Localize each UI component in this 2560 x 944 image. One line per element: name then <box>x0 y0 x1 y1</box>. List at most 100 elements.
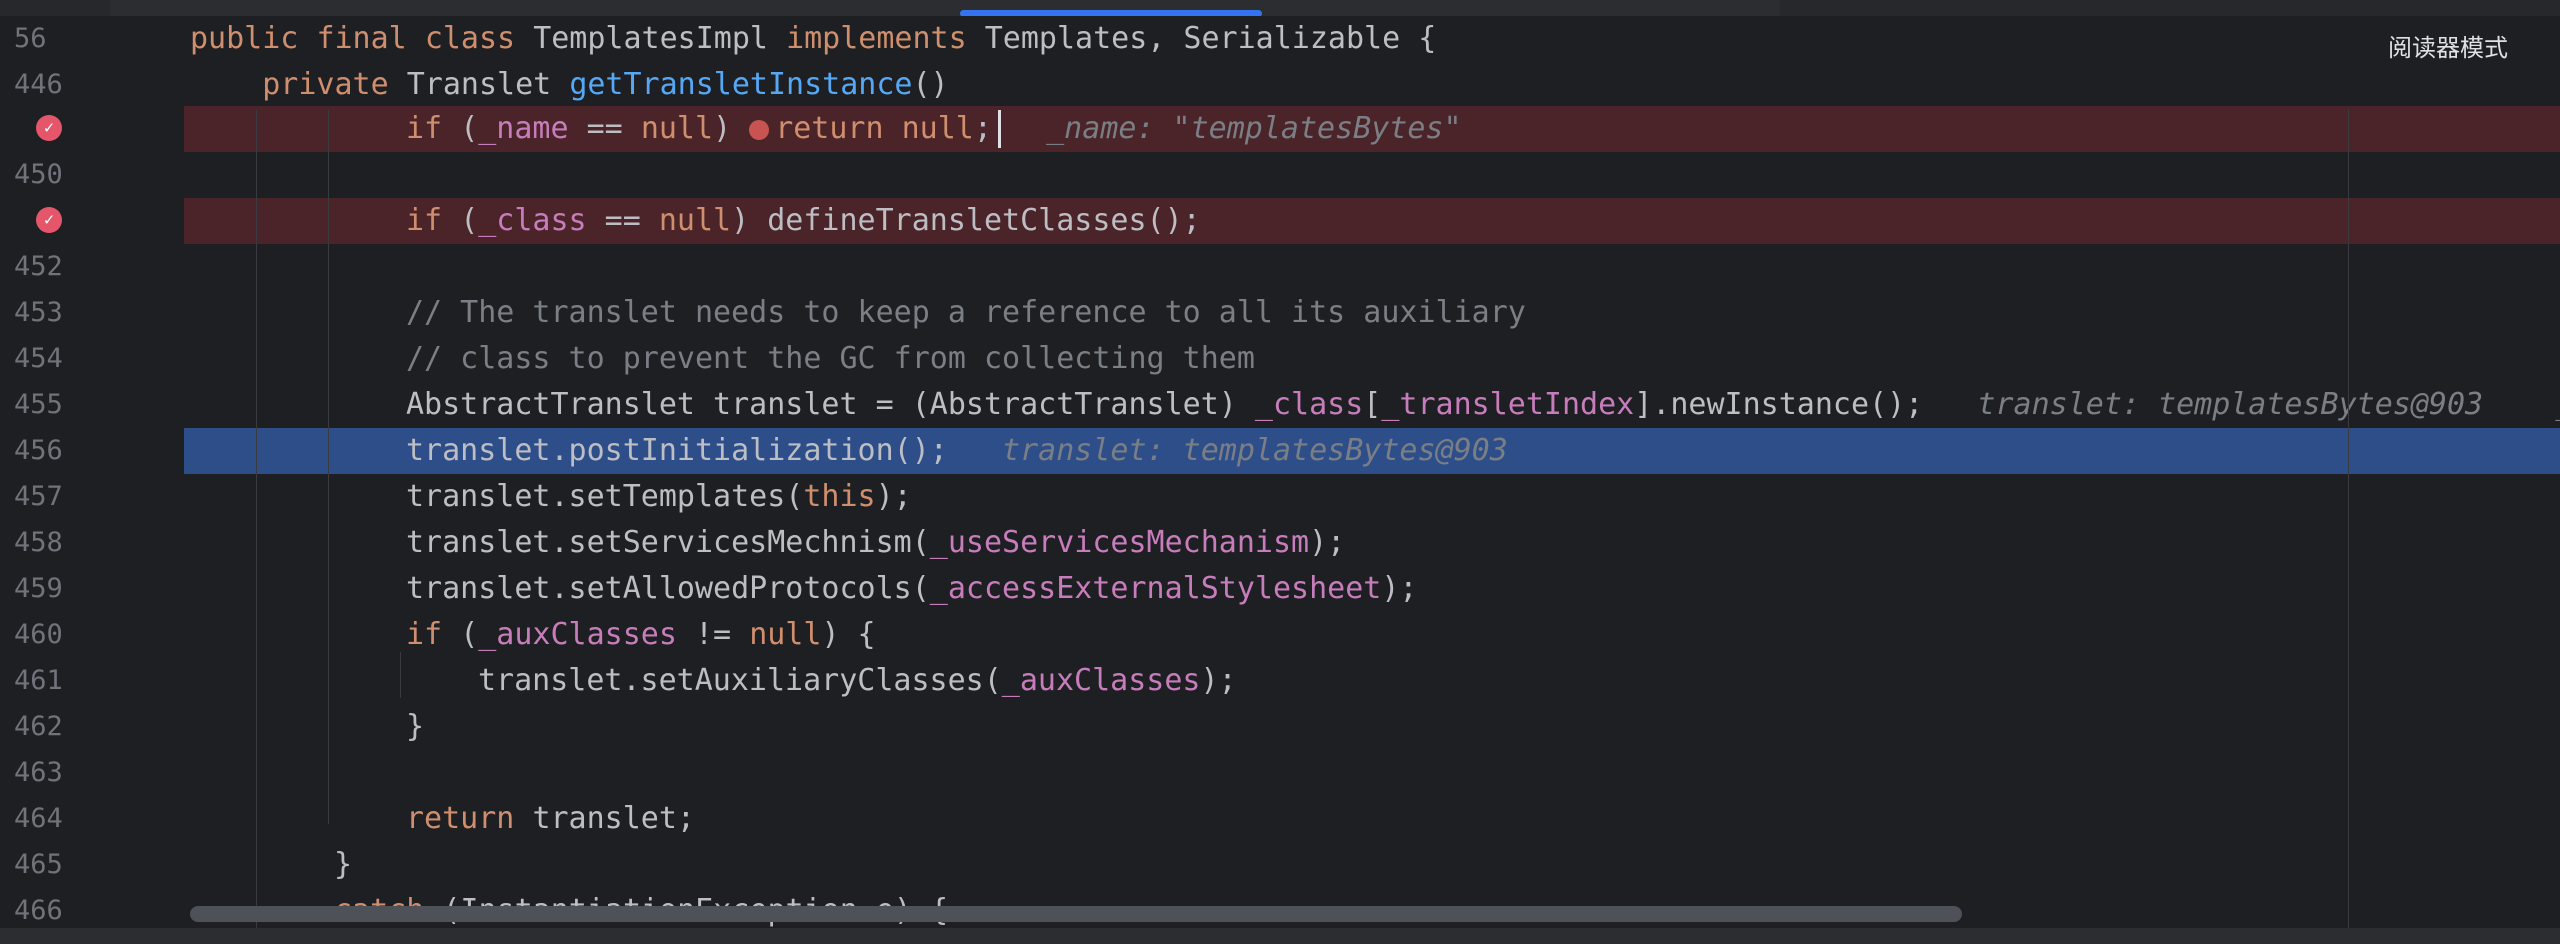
code-token: null <box>658 203 732 238</box>
line-number[interactable]: 461 <box>14 658 70 704</box>
code-text[interactable]: translet.setServicesMechnism(_useService… <box>406 520 1345 566</box>
inline-value-hint: translet: templatesBytes@903 <box>947 433 1508 468</box>
code-token: final <box>316 21 425 56</box>
code-text[interactable]: translet.setTemplates(this); <box>406 474 912 520</box>
code-token: ; <box>973 111 992 146</box>
line-number[interactable]: 462 <box>14 704 70 750</box>
line-number[interactable]: 464 <box>14 796 70 842</box>
inline-value-hint: translet: templatesBytes@903 _c <box>1923 387 2560 422</box>
code-token: return <box>775 111 902 146</box>
line-number[interactable]: 56 <box>14 16 70 62</box>
code-text[interactable]: AbstractTranslet translet = (AbstractTra… <box>406 382 2560 428</box>
code-token: _class <box>1254 387 1364 422</box>
sticky-line[interactable]: 56 public final class TemplatesImpl imple… <box>0 16 2560 62</box>
code-text[interactable]: } <box>406 704 424 750</box>
code-line[interactable]: 453 // The translet needs to keep a refer… <box>0 290 2560 336</box>
code-token: != <box>676 617 750 652</box>
code-token: ) defineTransletClasses(); <box>731 203 1201 238</box>
line-number[interactable]: 446 <box>14 62 70 108</box>
line-number[interactable]: 465 <box>14 842 70 888</box>
code-token: _name <box>478 111 569 146</box>
code-token: TemplatesImpl <box>533 21 787 56</box>
code-text[interactable]: if (_auxClasses != null) { <box>406 612 876 658</box>
code-text[interactable]: translet.setAllowedProtocols(_accessExte… <box>406 566 1417 612</box>
line-number[interactable]: 457 <box>14 474 70 520</box>
indent-guide <box>328 110 329 824</box>
sticky-line[interactable]: 446 private Translet getTransletInstance… <box>0 62 2560 108</box>
code-token: this <box>803 479 876 514</box>
code-token: class <box>424 21 534 56</box>
code-token: == <box>568 111 641 146</box>
code-token: ( <box>460 203 479 238</box>
code-line[interactable]: 463 <box>0 750 2560 796</box>
code-line[interactable]: 458 translet.setServicesMechnism(_useServ… <box>0 520 2560 566</box>
code-line[interactable]: 462} <box>0 704 2560 750</box>
code-line[interactable]: 461 translet.setAuxiliaryClasses(_auxClas… <box>0 658 2560 704</box>
code-token: null <box>749 617 822 652</box>
code-token: _auxClasses <box>1001 663 1201 698</box>
code-token: Templates, Serializable { <box>984 21 1437 56</box>
code-line[interactable]: 454 // class to prevent the GC from colle… <box>0 336 2560 382</box>
code-line[interactable]: 455 AbstractTranslet translet = (Abstract… <box>0 382 2560 428</box>
right-margin-guide <box>2348 108 2349 928</box>
line-number[interactable]: 454 <box>14 336 70 382</box>
code-text[interactable]: translet.postInitialization(); translet:… <box>406 428 1508 474</box>
breakpoint-marker[interactable]: ✓ <box>0 106 62 152</box>
code-line[interactable]: 459 translet.setAllowedProtocols(_accessE… <box>0 566 2560 612</box>
editor-bottom-bar <box>0 928 2560 944</box>
code-text[interactable]: translet.setAuxiliaryClasses(_auxClasses… <box>478 658 1237 704</box>
code-token: _transletIndex <box>1381 387 1635 422</box>
code-token: translet; <box>532 801 695 836</box>
code-token: translet.setAllowedProtocols( <box>406 571 930 606</box>
code-line[interactable]: 450 <box>0 152 2560 198</box>
code-token: translet.postInitialization(); <box>406 433 948 468</box>
code-token: ); <box>1200 663 1237 698</box>
breakpoint-line[interactable]: ✓ if (_name == null) return null; _name: … <box>0 106 2560 152</box>
code-token: ( <box>460 111 479 146</box>
code-token: == <box>586 203 659 238</box>
line-number[interactable]: 452 <box>14 244 70 290</box>
code-text[interactable]: // class to prevent the GC from collecti… <box>406 336 1255 382</box>
code-line[interactable]: 465} <box>0 842 2560 888</box>
current-execution-line[interactable]: 456 translet.postInitialization(); transl… <box>0 428 2560 474</box>
code-token: ].newInstance(); <box>1634 387 1924 422</box>
code-text[interactable]: } <box>334 842 352 888</box>
code-token: AbstractTranslet translet = (AbstractTra… <box>406 387 1255 422</box>
breakpoint-marker[interactable]: ✓ <box>0 198 62 244</box>
code-editor[interactable]: 56 public final class TemplatesImpl imple… <box>0 0 2560 944</box>
code-line[interactable]: 457 translet.setTemplates(this); <box>0 474 2560 520</box>
line-number[interactable]: 455 <box>14 382 70 428</box>
code-token: public <box>190 21 317 56</box>
line-number[interactable]: 463 <box>14 750 70 796</box>
line-number[interactable]: 450 <box>14 152 70 198</box>
code-text[interactable]: private Translet getTransletInstance() <box>190 62 948 108</box>
code-text[interactable]: if (_name == null) return null; _name: "… <box>406 106 1462 152</box>
code-token: // The translet needs to keep a referenc… <box>406 295 1526 330</box>
code-line[interactable]: 464 return translet; <box>0 796 2560 842</box>
code-text[interactable]: // The translet needs to keep a referenc… <box>406 290 1526 336</box>
code-line[interactable]: 460 if (_auxClasses != null) { <box>0 612 2560 658</box>
line-number[interactable]: 458 <box>14 520 70 566</box>
code-token: // class to prevent the GC from collecti… <box>406 341 1255 376</box>
code-token: } <box>406 709 425 744</box>
code-token: if <box>406 111 461 146</box>
code-token: ) <box>713 111 750 146</box>
editor-top-bar <box>0 0 2560 16</box>
code-text[interactable]: public final class TemplatesImpl impleme… <box>190 16 1436 62</box>
reader-mode-button[interactable]: 阅读器模式 <box>2388 28 2508 63</box>
inline-breakpoint-icon <box>749 119 770 140</box>
horizontal-scrollbar[interactable] <box>190 906 1962 922</box>
breakpoint-check-icon[interactable]: ✓ <box>36 115 62 141</box>
breakpoint-line[interactable]: ✓ if (_class == null) defineTransletClass… <box>0 198 2560 244</box>
code-line[interactable]: 452 <box>0 244 2560 290</box>
code-token: private <box>190 67 407 102</box>
code-token: implements <box>786 21 985 56</box>
breakpoint-check-icon[interactable]: ✓ <box>36 207 62 233</box>
line-number[interactable]: 460 <box>14 612 70 658</box>
line-number[interactable]: 453 <box>14 290 70 336</box>
line-number[interactable]: 456 <box>14 428 70 474</box>
line-number[interactable]: 459 <box>14 566 70 612</box>
code-text[interactable]: if (_class == null) defineTransletClasse… <box>406 198 1201 244</box>
code-token: _auxClasses <box>478 617 677 652</box>
code-text[interactable]: return translet; <box>406 796 695 842</box>
